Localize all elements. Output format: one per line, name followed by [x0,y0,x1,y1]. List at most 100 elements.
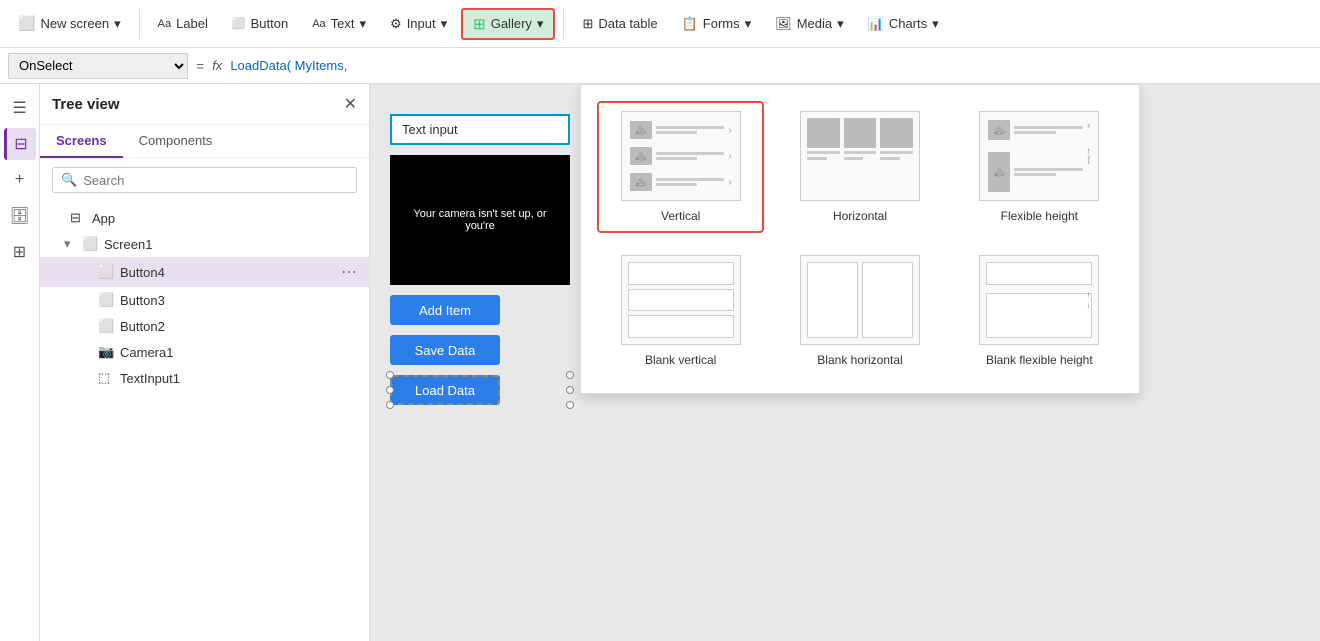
load-data-container: Load Data [390,375,570,405]
button-label: Button [251,16,289,31]
data-table-label: Data table [598,16,657,31]
text-button[interactable]: Aa Text ▾ [302,11,376,37]
tree-item-screen1-label: Screen1 [104,237,357,252]
input-chevron: ▾ [441,16,448,32]
blank-flexible-label: Blank flexible height [986,353,1093,367]
property-select[interactable]: OnSelect [8,53,188,79]
divider-2 [563,10,564,38]
gallery-option-blank-vertical[interactable]: Blank vertical [597,245,764,377]
tree-item-app[interactable]: ⊟ App [40,205,369,231]
hamburger-icon: ☰ [12,98,26,118]
resize-handle-mr[interactable] [566,386,574,394]
divider-1 [139,10,140,38]
resize-handle-tl[interactable] [386,371,394,379]
resize-handle-tr[interactable] [566,371,574,379]
blank-vertical-label: Blank vertical [645,353,716,367]
app-icon: ⊟ [70,210,86,226]
tree-view-icon: ⊟ [14,134,27,154]
tree-item-camera1-label: Camera1 [120,345,357,360]
tree-item-button4[interactable]: ⬜ Button4 ⋯ [40,257,369,287]
forms-button[interactable]: 📋 Forms ▾ [672,11,762,37]
tree-item-textinput1-label: TextInput1 [120,371,357,386]
forms-chevron: ▾ [745,16,752,32]
load-data-label: Load Data [415,383,475,398]
data-icon-button[interactable]: 🗄 [4,200,36,232]
add-item-button[interactable]: Add Item [390,295,500,325]
gallery-grid: 🏔 › 🏔 [597,101,1123,377]
tree-items: ⊟ App ▾ ⬜ Screen1 ⬜ Button4 ⋯ ⬜ Button3 [40,201,369,641]
gallery-option-blank-flexible[interactable]: ↑ ↓ Blank flexible height [956,245,1123,377]
charts-button[interactable]: 📊 Charts ▾ [858,11,949,37]
tree-close-button[interactable]: ✕ [344,94,357,114]
tree-item-camera1[interactable]: 📷 Camera1 [40,339,369,365]
blank-flex-arrows: ↑ ↓ [1086,291,1090,310]
formula-input[interactable] [230,58,1312,73]
gallery-option-horizontal[interactable]: Horizontal [776,101,943,233]
new-screen-icon: ⬜ [18,15,35,32]
add-icon-button[interactable]: + [4,164,36,196]
menu-icon-button[interactable]: ☰ [4,92,36,124]
search-input[interactable] [83,173,348,188]
blank-horizontal-preview [800,255,920,345]
canvas-camera: Your camera isn't set up, or you're [390,155,570,285]
textinput1-icon: ⬚ [98,370,114,386]
button4-menu[interactable]: ⋯ [341,262,357,282]
resize-handle-ml[interactable] [386,386,394,394]
resize-handle-br[interactable] [566,401,574,409]
tree-item-textinput1[interactable]: ⬚ TextInput1 [40,365,369,391]
blank-flexible-preview: ↑ ↓ [979,255,1099,345]
tree-item-button3-label: Button3 [120,293,357,308]
blank-vertical-preview [621,255,741,345]
tree-item-button2-label: Button2 [120,319,357,334]
camera1-icon: 📷 [98,344,114,360]
vertical-label: Vertical [661,209,700,223]
button3-icon: ⬜ [98,292,114,308]
media-chevron: ▾ [837,16,844,32]
media-label: Media [797,16,832,31]
button2-icon: ⬜ [98,318,114,334]
charts-icon: 📊 [868,16,884,32]
gallery-label: Gallery [491,16,532,31]
forms-label: Forms [703,16,740,31]
tab-screens[interactable]: Screens [40,125,123,158]
button4-icon: ⬜ [98,264,114,280]
tree-item-button2[interactable]: ⬜ Button2 [40,313,369,339]
horizontal-label: Horizontal [833,209,887,223]
media-button[interactable]: 🖼 Media ▾ [765,11,853,37]
label-button[interactable]: Aa Label [148,11,218,36]
flexible-label: Flexible height [1001,209,1078,223]
tree-view-icon-button[interactable]: ⊟ [4,128,36,160]
new-screen-label: New screen [40,16,109,31]
blank-horizontal-label: Blank horizontal [817,353,902,367]
label-icon: Aa [158,18,171,30]
tab-components[interactable]: Components [123,125,229,158]
load-data-button[interactable]: Load Data [390,375,500,405]
data-table-button[interactable]: ⊞ Data table [572,11,667,37]
components-icon: ⊞ [13,242,26,262]
toolbar: ⬜ New screen ▾ Aa Label ⬜ Button Aa Text… [0,0,1320,48]
canvas-text-input[interactable]: Text input [390,114,570,145]
resize-handle-bl[interactable] [386,401,394,409]
camera-text: Your camera isn't set up, or you're [402,208,558,232]
components-icon-button[interactable]: ⊞ [4,236,36,268]
label-label: Label [176,16,208,31]
button-button[interactable]: ⬜ Button [222,11,298,36]
gallery-option-flexible[interactable]: 🏔 › 🏔 [956,101,1123,233]
tree-item-button3[interactable]: ⬜ Button3 [40,287,369,313]
gallery-option-blank-horizontal[interactable]: Blank horizontal [776,245,943,377]
tree-item-screen1[interactable]: ▾ ⬜ Screen1 [40,231,369,257]
gallery-option-vertical[interactable]: 🏔 › 🏔 [597,101,764,233]
add-item-label: Add Item [419,303,471,318]
gallery-button[interactable]: ⊞ Gallery ▾ [461,8,555,40]
new-screen-button[interactable]: ⬜ New screen ▾ [8,10,131,37]
save-data-label: Save Data [415,343,476,358]
tree-header: Tree view ✕ [40,84,369,125]
button-icon: ⬜ [232,17,246,30]
tree-title: Tree view [52,96,120,113]
screen-icon: ⬜ [82,236,98,252]
flexible-preview: 🏔 › 🏔 [979,111,1099,201]
save-data-button[interactable]: Save Data [390,335,500,365]
gallery-dropdown: 🏔 › 🏔 [580,84,1140,394]
media-icon: 🖼 [775,16,792,32]
input-button[interactable]: ⚙ Input ▾ [380,11,457,37]
